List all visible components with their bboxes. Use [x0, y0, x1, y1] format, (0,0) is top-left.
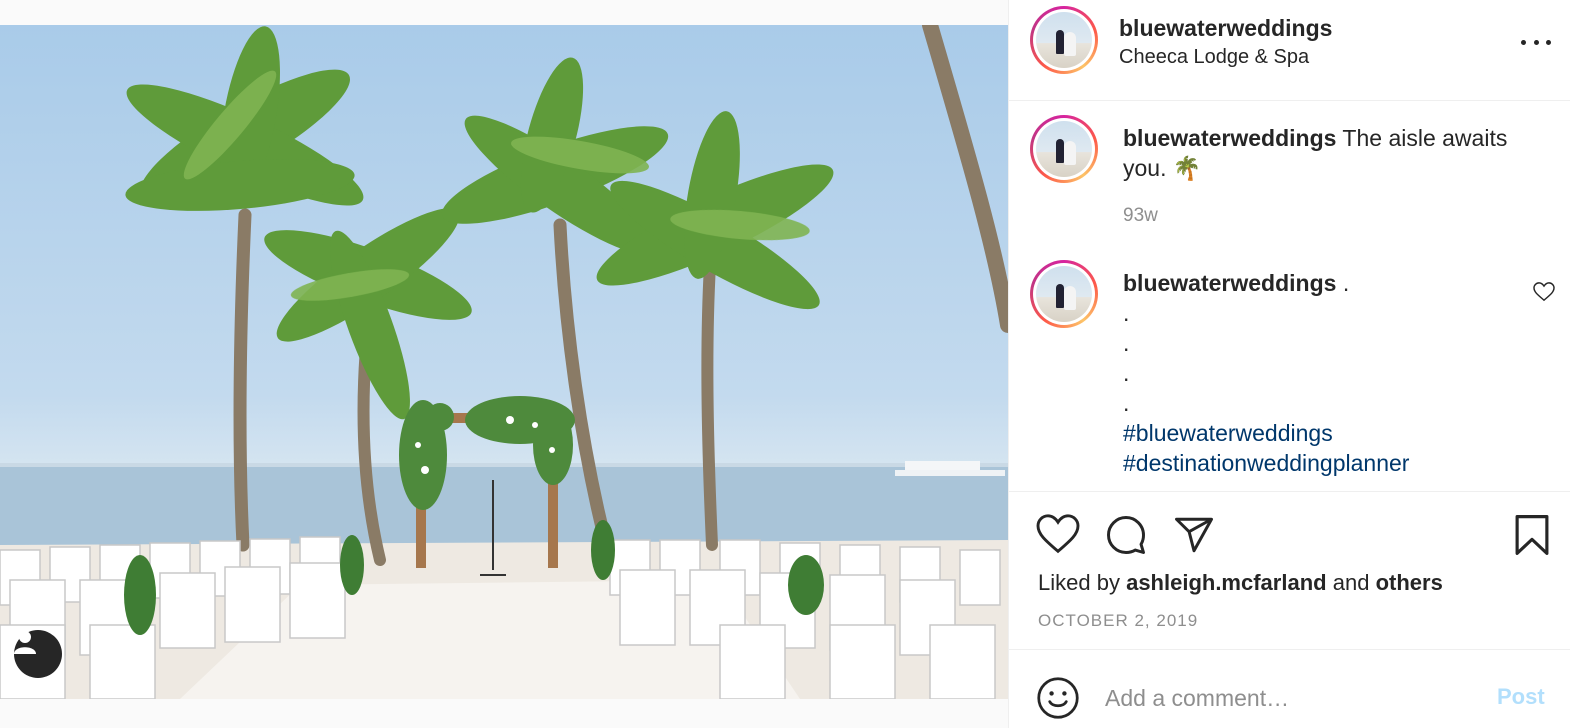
post-header: bluewaterweddings Cheeca Lodge & Spa	[1009, 0, 1570, 101]
comment-dot: .	[1123, 390, 1130, 416]
share-button[interactable]	[1172, 514, 1216, 561]
comment-like-button[interactable]	[1533, 282, 1555, 307]
header-location[interactable]: Cheeca Lodge & Spa	[1119, 46, 1309, 69]
caption: bluewaterweddings The aisle awaits you. …	[1123, 123, 1543, 183]
liked-by-user-link[interactable]: ashleigh.mcfarland	[1126, 570, 1327, 595]
save-button[interactable]	[1512, 514, 1552, 561]
user-icon	[14, 631, 36, 654]
avatar[interactable]	[1030, 6, 1098, 74]
likes-others-link[interactable]: others	[1376, 570, 1443, 595]
post-actions: Liked by ashleigh.mcfarland and others O…	[1009, 491, 1570, 650]
like-button[interactable]	[1036, 514, 1080, 559]
send-icon	[1175, 517, 1213, 553]
heart-icon	[1533, 282, 1555, 302]
caption-time[interactable]: 93w	[1123, 205, 1158, 227]
post-sidebar: bluewaterweddings Cheeca Lodge & Spa blu…	[1008, 0, 1570, 728]
caption-avatar[interactable]	[1030, 115, 1098, 183]
hashtag-link[interactable]: #destinationweddingplanner	[1123, 448, 1543, 478]
comment-input[interactable]	[1105, 680, 1485, 716]
more-options-button[interactable]	[1521, 30, 1551, 54]
comment: bluewaterweddings . . . . . #bluewaterwe…	[1123, 268, 1543, 478]
beach-scene	[0, 25, 1008, 699]
likes-conjunction: and	[1332, 570, 1370, 595]
heart-icon	[1036, 514, 1080, 554]
post-button[interactable]: Post	[1497, 684, 1545, 710]
more-horizontal-icon	[1521, 39, 1526, 45]
comment-dot: .	[1123, 300, 1130, 326]
hashtag-link[interactable]: #bluewaterweddings	[1123, 418, 1543, 448]
comments-section: bluewaterweddings The aisle awaits you. …	[1009, 101, 1570, 491]
comment-icon	[1107, 516, 1145, 554]
comment-avatar[interactable]	[1030, 260, 1098, 328]
likes-summary: Liked by ashleigh.mcfarland and others	[1038, 570, 1443, 596]
bookmark-icon	[1515, 515, 1549, 555]
comment-first-line: .	[1342, 270, 1350, 296]
user-tag-button[interactable]	[14, 630, 62, 678]
post-image[interactable]	[0, 25, 1008, 699]
smiley-icon	[1037, 677, 1079, 719]
post-date[interactable]: OCTOBER 2, 2019	[1038, 611, 1198, 631]
caption-username[interactable]: bluewaterweddings	[1123, 125, 1336, 151]
header-username[interactable]: bluewaterweddings	[1119, 15, 1332, 42]
add-comment-bar: Post	[1009, 650, 1570, 728]
comment-dot: .	[1123, 330, 1130, 356]
emoji-button[interactable]	[1036, 676, 1080, 725]
comment-button[interactable]	[1104, 514, 1148, 561]
comment-username[interactable]: bluewaterweddings	[1123, 270, 1336, 296]
likes-prefix: Liked by	[1038, 570, 1120, 595]
comment-dot: .	[1123, 360, 1130, 386]
